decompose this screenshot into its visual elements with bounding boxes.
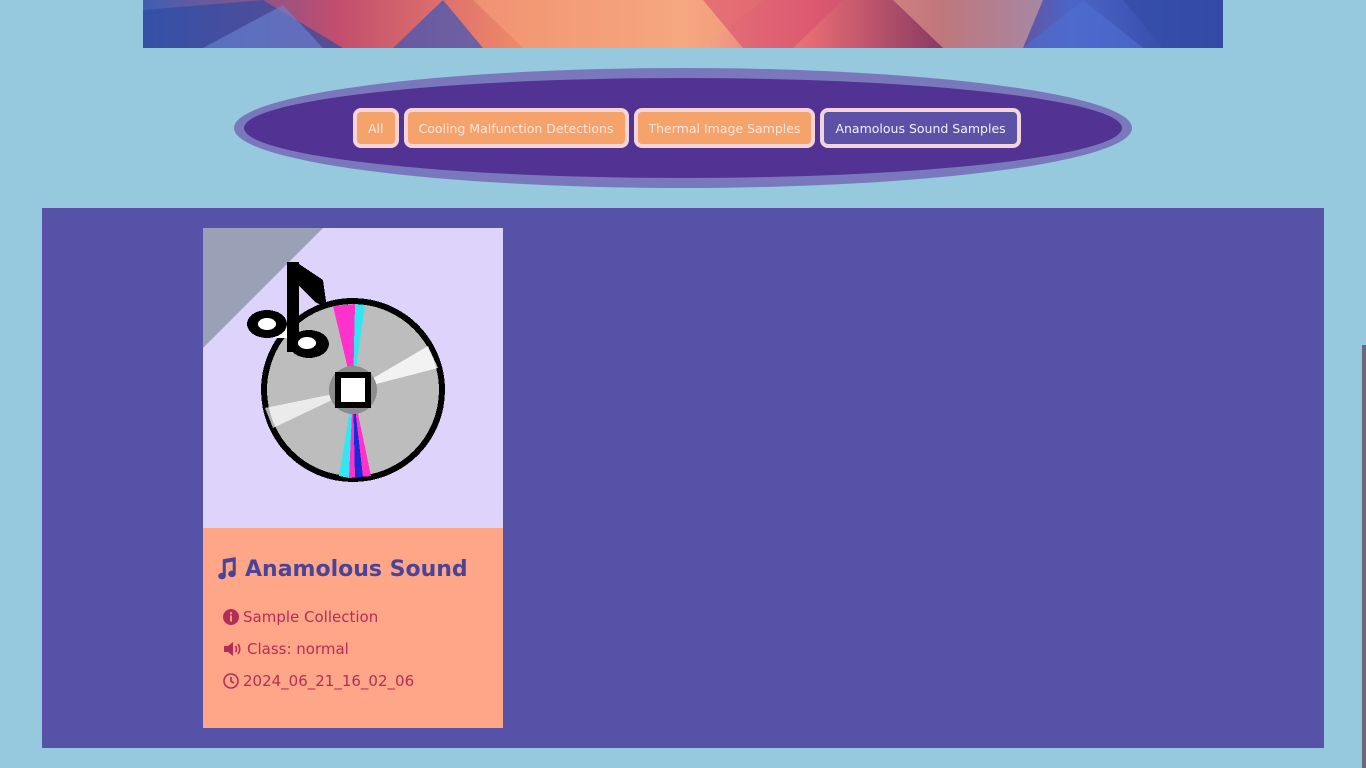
- cd-music-icon: [247, 262, 445, 482]
- music-icon: [218, 557, 236, 580]
- card-class: Class: normal: [223, 640, 349, 658]
- sample-card[interactable]: Anamolous Sound Sample Collection Class:…: [203, 228, 503, 728]
- card-timestamp: 2024_06_21_16_02_06: [223, 672, 414, 690]
- card-title-text: Anamolous Sound: [245, 556, 468, 582]
- filter-cooling-malfunction-button[interactable]: Cooling Malfunction Detections: [403, 108, 629, 148]
- header-banner-image: [143, 0, 1223, 48]
- gallery-panel: Anamolous Sound Sample Collection Class:…: [42, 208, 1324, 748]
- card-class-text: Class: normal: [247, 640, 349, 658]
- clock-icon: [223, 673, 239, 689]
- card-source-text: Sample Collection: [243, 608, 379, 626]
- volume-icon: [224, 642, 241, 656]
- filter-anamolous-sound-button[interactable]: Anamolous Sound Samples: [820, 108, 1021, 148]
- info-circle-icon: [223, 609, 239, 625]
- card-source: Sample Collection: [223, 608, 378, 626]
- card-timestamp-text: 2024_06_21_16_02_06: [243, 672, 415, 690]
- card-title[interactable]: Anamolous Sound: [213, 556, 468, 582]
- filter-thermal-image-button[interactable]: Thermal Image Samples: [633, 108, 816, 148]
- filter-button-group: All Cooling Malfunction Detections Therm…: [353, 108, 1021, 148]
- card-image: [203, 228, 503, 528]
- card-body: Anamolous Sound Sample Collection Class:…: [203, 528, 503, 728]
- page-scrollbar[interactable]: [1362, 345, 1366, 768]
- filter-all-button[interactable]: All: [353, 108, 399, 148]
